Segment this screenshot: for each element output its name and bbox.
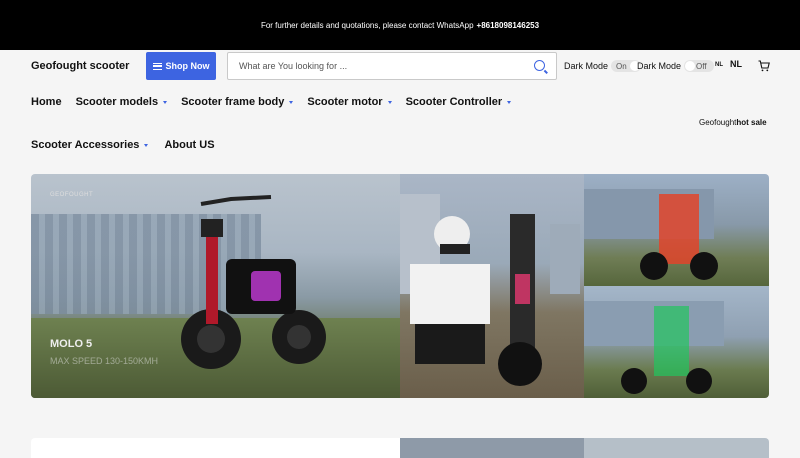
chevron-down-icon [507,100,512,104]
shop-now-label: Shop Now [165,61,210,71]
search-icon[interactable] [534,60,545,71]
rider-scooter-image [400,194,580,386]
dark-mode-toggle-off[interactable]: Dark Mode Off [637,60,715,72]
promo-tile-bottom-right[interactable] [584,286,769,398]
preview-card [31,438,400,458]
nav-scooter-controller[interactable]: Scooter Controller [406,96,512,108]
toggle-state: Off [696,61,707,71]
nav-label: About US [164,139,215,151]
language-switch[interactable]: NL [730,59,742,69]
nav-scooter-frame-body[interactable]: Scooter frame body [181,96,294,108]
menu-icon [152,62,162,70]
brand-logo[interactable]: Geofought scooter [31,60,129,72]
promo-tile-top-right[interactable] [584,174,769,286]
scooter-image [181,195,326,369]
announcement-bar: For further details and quotations, plea… [0,0,800,50]
hot-sale-link[interactable]: Geofoughthot sale [699,118,767,127]
hero-banner[interactable]: GEOFOUGHT MOLO 5 MAX SPEED 130-150KMH [31,174,400,398]
shop-now-button[interactable]: Shop Now [146,52,216,80]
preview-card [584,438,769,458]
hot-sale-prefix: Geofought [699,118,737,127]
search-box [227,52,557,80]
nav-label: Scooter Accessories [31,139,140,151]
chevron-down-icon [163,100,168,104]
hero-subtitle: MAX SPEED 130-150KMH [50,356,159,366]
nav-label: Scooter models [75,96,159,108]
search-input[interactable] [228,53,518,79]
preview-card [400,438,584,458]
next-section-preview [31,438,769,458]
scooter-green-image [584,301,724,394]
promo-tile-rider[interactable] [400,174,584,398]
toggle-knob [685,61,696,71]
nav-scooter-models[interactable]: Scooter models [76,96,168,108]
toggle-switch[interactable]: Off [684,60,715,72]
whatsapp-number[interactable]: +8618098146253 [477,21,540,30]
hot-sale-label: hot sale [736,118,767,127]
main-nav-row-1: Home Scooter models Scooter frame body S… [31,96,512,108]
nav-label: Scooter frame body [181,96,285,108]
announcement-text: For further details and quotations, plea… [260,20,474,30]
nav-home[interactable]: Home [31,96,62,108]
cart-icon[interactable] [758,60,770,72]
hero-title: MOLO 5 [50,338,93,350]
chevron-down-icon [387,100,392,104]
nav-about-us[interactable]: About US [164,139,214,151]
language-switch-small[interactable]: NL [715,62,723,68]
chevron-down-icon [289,100,294,104]
scooter-orange-image [584,189,718,280]
hero-brand-tag: GEOFOUGHT [50,192,94,198]
dark-mode-label: Dark Mode [637,61,682,71]
dark-mode-toggle-on[interactable]: Dark Mode On [564,60,642,72]
dark-mode-label: Dark Mode [564,61,609,71]
chevron-down-icon [144,143,149,147]
main-nav-row-2: Scooter Accessories About US [31,139,215,151]
header: Geofought scooter Shop Now Dark Mode On … [0,51,800,85]
toggle-state: On [616,61,627,71]
nav-label: Scooter Controller [405,96,503,108]
nav-label: Home [31,96,62,108]
nav-label: Scooter motor [307,96,383,108]
nav-scooter-accessories[interactable]: Scooter Accessories [31,139,149,151]
nav-scooter-motor[interactable]: Scooter motor [307,96,392,108]
